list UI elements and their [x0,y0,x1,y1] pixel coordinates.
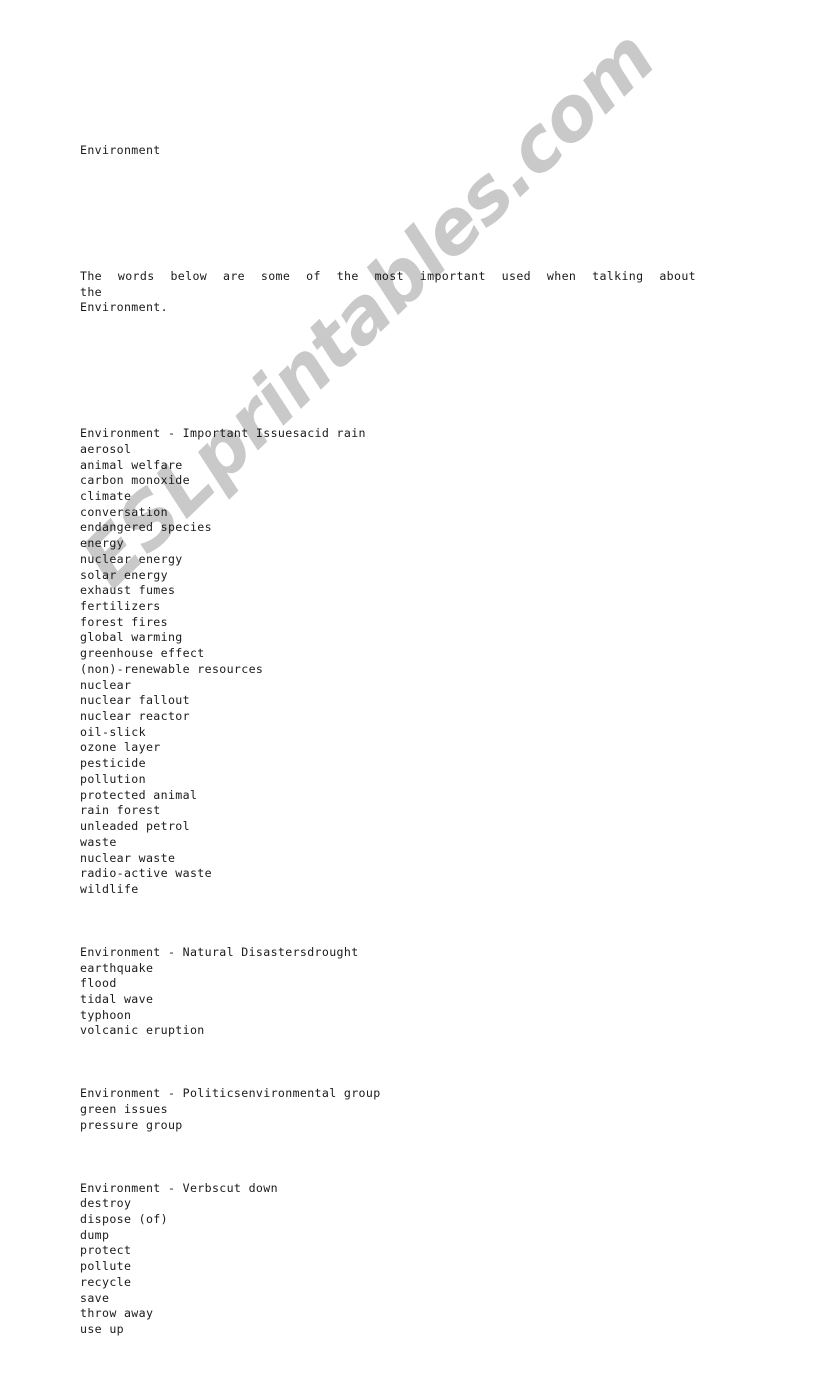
list-item: greenhouse effect [80,646,205,661]
list-item: unleaded petrol [80,819,190,834]
list-item: wildlife [80,881,139,896]
page-title: Environment [80,143,161,158]
list-item: pesticide [80,756,146,771]
list-item: nuclear energy [80,551,183,566]
word-section: Environment - Politicsenvironmental grou… [80,1086,740,1133]
list-item: destroy [80,1196,132,1211]
list-item: climate [80,488,132,503]
list-item: throw away [80,1306,154,1321]
list-item: nuclear fallout [80,693,190,708]
intro-paragraph: The words below are some of the most imp… [80,268,696,315]
list-item: global warming [80,630,183,645]
list-item: earthquake [80,960,154,975]
worksheet-page: ESLprintables.com Environment The words … [0,0,821,1336]
list-item: protect [80,1243,132,1258]
list-item: pollute [80,1259,132,1274]
section-heading: Environment - Verbscut down [80,1180,278,1195]
list-item: waste [80,834,117,849]
list-item: oil-slick [80,724,146,739]
section-heading: Environment - Politicsenvironmental grou… [80,1086,381,1101]
list-item: aerosol [80,441,132,456]
list-item: rain forest [80,803,161,818]
list-item: green issues [80,1102,168,1116]
list-item: flood [80,976,117,991]
list-item: endangered species [80,520,212,535]
section-heading: Environment - Important Issuesacid rain [80,426,366,441]
list-item: fertilizers [80,599,161,613]
list-item: save [80,1290,110,1305]
list-item: animal welfare [80,457,183,472]
list-item: pressure group [80,1117,183,1132]
list-item: nuclear [80,677,132,692]
list-item: nuclear waste [80,850,176,865]
word-section: Environment - Natural Disastersdrought ea… [80,945,740,1039]
list-item: pollution [80,771,146,786]
list-item: (non)-renewable resources [80,661,264,676]
list-item: nuclear reactor [80,709,190,724]
document-body: Environment The words below are some of … [80,96,740,1385]
list-item: use up [80,1322,124,1337]
word-list-sections: Environment - Important Issuesacid rain a… [80,426,740,1338]
list-item: protected animal [80,787,198,802]
list-item: energy [80,536,124,551]
list-item: radio-active waste [80,866,212,881]
word-section: Environment - Important Issuesacid rain a… [80,426,740,898]
list-item: conversation [80,504,168,519]
list-item: dispose (of) [80,1212,168,1227]
list-item: volcanic eruption [80,1023,205,1038]
list-item: forest fires [80,614,168,629]
word-section: Environment - Verbscut down destroy dispos… [80,1181,740,1338]
list-item: solar energy [80,567,168,582]
list-item: tidal wave [80,991,154,1006]
list-item: recycle [80,1274,132,1289]
list-item: exhaust fumes [80,583,176,598]
section-heading: Environment - Natural Disastersdrought [80,944,359,959]
list-item: typhoon [80,1007,132,1022]
list-item: carbon monoxide [80,473,190,488]
list-item: ozone layer [80,740,161,755]
list-item: dump [80,1227,110,1242]
